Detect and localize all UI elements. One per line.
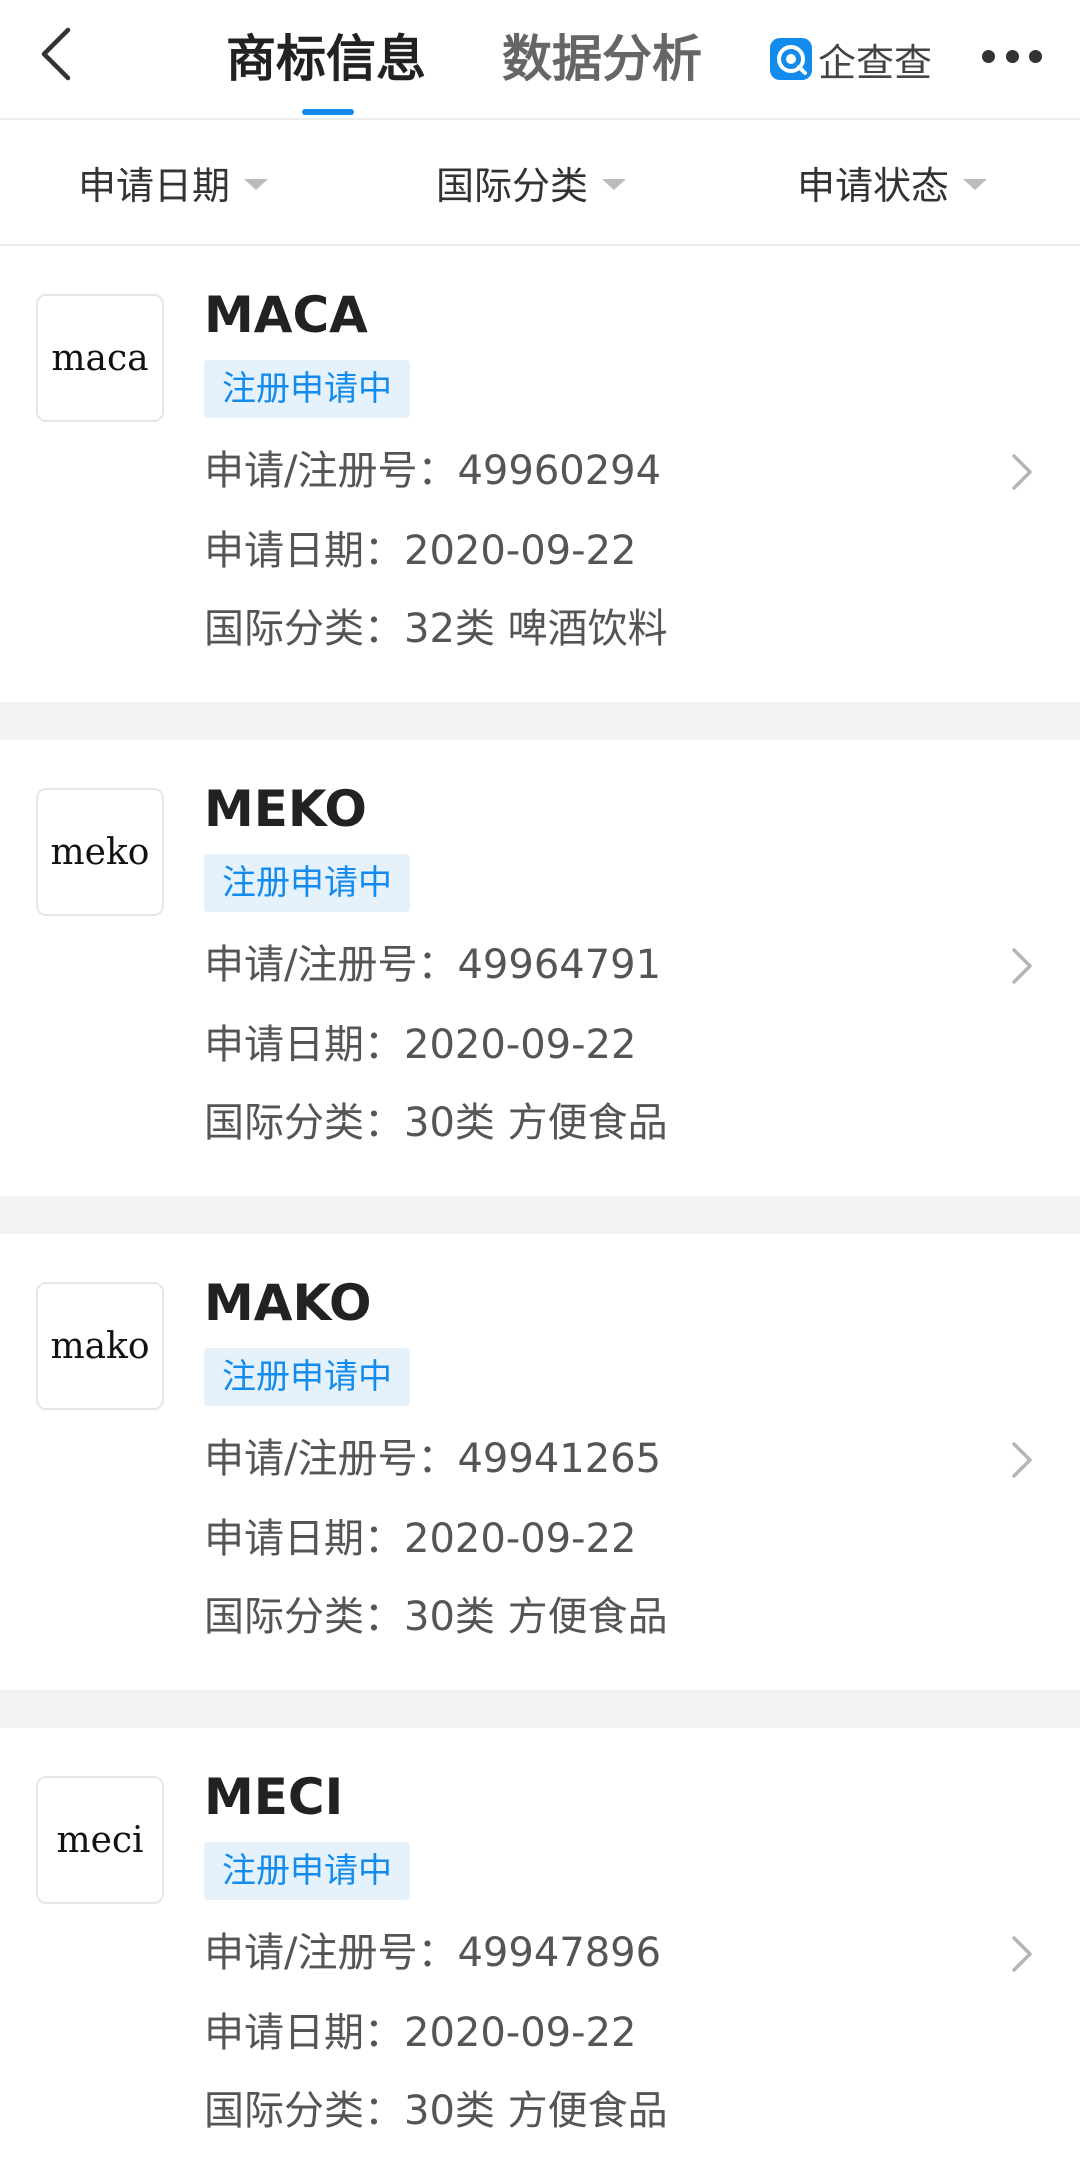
brand-name: 企查查 xyxy=(818,40,933,85)
status-badge: 注册申请中 xyxy=(204,1842,410,1900)
tab-trademark-info[interactable]: 商标信息 xyxy=(226,26,426,92)
filter-intl-class[interactable]: 国际分类 xyxy=(436,120,627,244)
international-class: 国际分类：30类 方便食品 xyxy=(204,2088,668,2134)
filter-label: 申请日期 xyxy=(78,163,231,208)
registration-number: 申请/注册号：49960294 xyxy=(204,448,662,494)
filter-apply-date[interactable]: 申请日期 xyxy=(78,120,269,244)
top-nav-bar: 商标信息 数据分析 企查查 xyxy=(0,0,1080,120)
trademark-name: MECI xyxy=(204,1768,344,1826)
trademark-logo: meko xyxy=(36,788,164,916)
qichacha-logo-icon xyxy=(770,38,812,80)
more-dot-icon xyxy=(1029,50,1042,63)
brand-link[interactable]: 企查查 xyxy=(770,30,932,88)
trademark-name: MAKO xyxy=(204,1274,372,1332)
chevron-right-icon xyxy=(1012,1936,1032,1972)
trademark-logo: meci xyxy=(36,1776,164,1904)
card-divider xyxy=(0,1690,1080,1728)
dropdown-caret-icon xyxy=(244,178,269,190)
international-class: 国际分类：30类 方便食品 xyxy=(204,1100,668,1146)
card-divider xyxy=(0,1196,1080,1234)
application-date: 申请日期：2020-09-22 xyxy=(204,528,637,574)
more-options-button[interactable] xyxy=(982,50,1042,64)
trademark-card[interactable]: mako MAKO 注册申请中 申请/注册号：49941265 申请日期：202… xyxy=(0,1234,1080,1690)
trademark-card[interactable]: meci MECI 注册申请中 申请/注册号：49947896 申请日期：202… xyxy=(0,1728,1080,2184)
registration-number: 申请/注册号：49964791 xyxy=(204,942,662,988)
more-dot-icon xyxy=(1005,50,1019,63)
chevron-right-icon xyxy=(1012,454,1032,490)
chevron-left-icon xyxy=(41,27,71,81)
status-badge: 注册申请中 xyxy=(204,1348,410,1406)
trademark-logo: mako xyxy=(36,1282,164,1410)
international-class: 国际分类：30类 方便食品 xyxy=(204,1594,668,1640)
trademark-card[interactable]: meko MEKO 注册申请中 申请/注册号：49964791 申请日期：202… xyxy=(0,740,1080,1196)
status-badge: 注册申请中 xyxy=(204,360,410,418)
trademark-name: MEKO xyxy=(204,780,367,838)
active-tab-indicator xyxy=(302,109,354,115)
filter-label: 国际分类 xyxy=(436,163,589,208)
chevron-right-icon xyxy=(1012,948,1032,984)
application-date: 申请日期：2020-09-22 xyxy=(204,1022,637,1068)
back-button[interactable] xyxy=(36,24,96,94)
filter-bar: 申请日期 国际分类 申请状态 xyxy=(0,120,1080,246)
application-date: 申请日期：2020-09-22 xyxy=(204,2010,637,2056)
application-date: 申请日期：2020-09-22 xyxy=(204,1516,637,1562)
chevron-right-icon xyxy=(1012,1442,1032,1478)
tab-data-analysis[interactable]: 数据分析 xyxy=(502,26,702,92)
international-class: 国际分类：32类 啤酒饮料 xyxy=(204,606,668,652)
card-divider xyxy=(0,702,1080,740)
more-dot-icon xyxy=(982,50,995,63)
status-badge: 注册申请中 xyxy=(204,854,410,912)
trademark-name: MACA xyxy=(204,286,368,344)
registration-number: 申请/注册号：49947896 xyxy=(204,1930,662,1976)
dropdown-caret-icon xyxy=(602,178,627,190)
trademark-logo: maca xyxy=(36,294,164,422)
trademark-card[interactable]: maca MACA 注册申请中 申请/注册号：49960294 申请日期：202… xyxy=(0,246,1080,702)
filter-label: 申请状态 xyxy=(797,163,950,208)
dropdown-caret-icon xyxy=(963,178,988,190)
registration-number: 申请/注册号：49941265 xyxy=(204,1436,662,1482)
filter-apply-status[interactable]: 申请状态 xyxy=(797,120,988,244)
trademark-list: maca MACA 注册申请中 申请/注册号：49960294 申请日期：202… xyxy=(0,246,1080,2184)
